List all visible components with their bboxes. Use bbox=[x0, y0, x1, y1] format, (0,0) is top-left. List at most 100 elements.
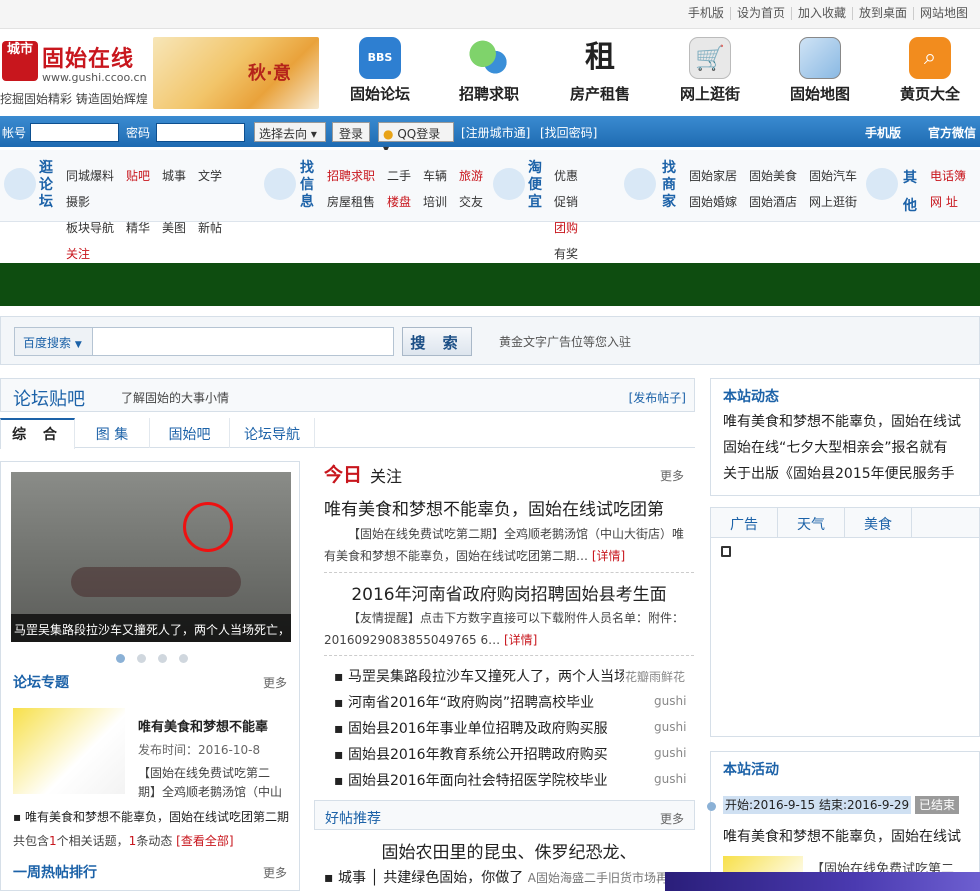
link-guangjie[interactable]: 网上逛街 bbox=[809, 189, 857, 215]
link-jiudian[interactable]: 固始酒店 bbox=[749, 189, 797, 215]
recommend-title[interactable]: 好帖推荐 bbox=[325, 808, 381, 828]
link-travel[interactable]: 旅游 bbox=[459, 163, 483, 189]
set-homepage-link[interactable]: 设为首页 bbox=[729, 7, 791, 20]
topic-title[interactable]: 唯有美食和梦想不能辜 bbox=[138, 716, 268, 735]
tab-weather[interactable]: 天气 bbox=[778, 508, 845, 537]
hot-posts-more-link[interactable]: 更多 bbox=[263, 864, 287, 881]
sitemap-link[interactable]: 网站地图 bbox=[912, 7, 974, 20]
autumn-banner[interactable]: 秋·意 bbox=[153, 37, 319, 109]
link-loupan[interactable]: 楼盘 bbox=[387, 189, 411, 215]
publish-post-link[interactable]: [发布帖子] bbox=[629, 389, 686, 406]
recommend-category[interactable]: 城事 bbox=[338, 870, 366, 886]
news-item[interactable]: ▪ 河南省2016年“政府购岗”招聘高校毕业 bbox=[334, 692, 624, 712]
floating-ad[interactable] bbox=[665, 872, 980, 891]
link-training[interactable]: 培训 bbox=[423, 189, 447, 215]
account-input[interactable] bbox=[30, 123, 119, 142]
link-websites[interactable]: 网 址 bbox=[930, 189, 958, 215]
carousel-dot[interactable] bbox=[179, 654, 188, 663]
carousel-dot[interactable] bbox=[116, 654, 125, 663]
tab-food[interactable]: 美食 bbox=[845, 508, 912, 537]
activity-title[interactable]: 本站活动 bbox=[711, 752, 979, 782]
password-input[interactable] bbox=[156, 123, 245, 142]
link-wenxue[interactable]: 文学 bbox=[198, 163, 222, 189]
link-xintie[interactable]: 新帖 bbox=[198, 215, 222, 241]
add-favorite-link[interactable]: 加入收藏 bbox=[790, 7, 852, 20]
link-youhui[interactable]: 优惠 bbox=[554, 163, 578, 189]
link-jiaju[interactable]: 固始家居 bbox=[689, 163, 737, 189]
news-source[interactable]: gushi bbox=[654, 694, 686, 708]
tab-ads[interactable]: 广告 bbox=[711, 508, 778, 537]
hot-posts-title[interactable]: 一周热帖排行 bbox=[13, 862, 97, 882]
photo-caption[interactable]: 马罡吴集路段拉沙车又撞死人了，两个人当场死亡， bbox=[11, 614, 291, 642]
recommend-link[interactable]: 共建绿色固始，你做了 bbox=[383, 870, 523, 886]
news-source[interactable]: gushi bbox=[654, 772, 686, 786]
nav-rent[interactable]: 租 房产租售 bbox=[555, 37, 645, 104]
topics-more-link[interactable]: 更多 bbox=[263, 674, 287, 691]
search-input[interactable] bbox=[95, 330, 389, 353]
recommend-more-link[interactable]: 更多 bbox=[660, 810, 684, 827]
site-news-title[interactable]: 本站动态 bbox=[711, 379, 979, 409]
link-dating[interactable]: 交友 bbox=[459, 189, 483, 215]
topic-summary[interactable]: ▪ 唯有美食和梦想不能辜负，固始在线试吃团第二期 bbox=[13, 808, 299, 825]
register-link[interactable]: [注册城市通] bbox=[461, 124, 530, 141]
mobile-version-link[interactable]: 手机版 bbox=[865, 124, 901, 141]
news-item[interactable]: ▪ 固始县2016年教育系统公开招聘政府购买 bbox=[334, 744, 624, 764]
link-bankuai[interactable]: 板块导航 bbox=[66, 215, 114, 241]
activity-link[interactable]: 唯有美食和梦想不能辜负，固始在线试 bbox=[711, 824, 979, 850]
nav-forum[interactable]: BBS 固始论坛 bbox=[335, 37, 425, 104]
link-tongcheng[interactable]: 同城爆料 bbox=[66, 163, 114, 189]
recommend-link[interactable]: A固始海盛二手旧货市场再 bbox=[528, 871, 668, 885]
topic-thumbnail[interactable] bbox=[13, 708, 125, 794]
link-chengshi[interactable]: 城事 bbox=[162, 163, 186, 189]
link-cars[interactable]: 车辆 bbox=[423, 163, 447, 189]
headline-1[interactable]: 唯有美食和梦想不能辜负，固始在线试吃团第 bbox=[324, 495, 694, 520]
carousel-dot[interactable] bbox=[158, 654, 167, 663]
site-news-item[interactable]: 唯有美食和梦想不能辜负，固始在线试 bbox=[711, 409, 979, 435]
link-tuangou[interactable]: 团购 bbox=[554, 215, 578, 241]
link-qiche[interactable]: 固始汽车 bbox=[809, 163, 857, 189]
link-cuxiao[interactable]: 促销 bbox=[554, 189, 578, 215]
carousel-dot[interactable] bbox=[137, 654, 146, 663]
mobile-link[interactable]: 手机版 bbox=[682, 7, 730, 20]
forgot-password-link[interactable]: [找回密码] bbox=[540, 124, 597, 141]
link-meishi[interactable]: 固始美食 bbox=[749, 163, 797, 189]
nav-shopping[interactable]: 🛒 网上逛街 bbox=[665, 37, 755, 104]
today-more-link[interactable]: 更多 bbox=[660, 467, 684, 484]
news-item[interactable]: ▪ 马罡吴集路段拉沙车又撞死人了，两个人当场 bbox=[334, 666, 624, 686]
link-secondhand[interactable]: 二手 bbox=[387, 163, 411, 189]
tab-gallery[interactable]: 图 集 bbox=[75, 418, 150, 448]
recommend-headline[interactable]: 固始农田里的昆虫、侏罗纪恐龙、 bbox=[324, 838, 694, 863]
link-hunjia[interactable]: 固始婚嫁 bbox=[689, 189, 737, 215]
headline-2-detail-link[interactable]: [详情] bbox=[504, 633, 537, 647]
ad-text-tip[interactable]: 黄金文字广告位等您入驻 bbox=[499, 333, 631, 350]
banner-ad[interactable] bbox=[0, 263, 980, 306]
headline-1-detail-link[interactable]: [详情] bbox=[592, 549, 625, 563]
goto-select[interactable]: 选择去向 ▾ bbox=[254, 122, 326, 142]
link-sheying[interactable]: 摄影 bbox=[66, 189, 90, 215]
featured-photo[interactable]: 马罡吴集路段拉沙车又撞死人了，两个人当场死亡， bbox=[11, 472, 291, 642]
logo-icon[interactable]: 城市 bbox=[2, 41, 38, 81]
news-source[interactable]: gushi bbox=[654, 720, 686, 734]
link-jobs[interactable]: 招聘求职 bbox=[327, 163, 375, 189]
nav-map[interactable]: 固始地图 bbox=[775, 37, 865, 104]
search-type-select[interactable]: 百度搜索 ▼ bbox=[15, 328, 93, 355]
link-jinghua[interactable]: 精华 bbox=[126, 215, 150, 241]
nav-yellowpages[interactable]: ⌕ 黄页大全 bbox=[885, 37, 975, 104]
site-news-item[interactable]: 关于出版《固始县2015年便民服务手 bbox=[711, 461, 979, 487]
wechat-link[interactable]: 官方微信 bbox=[928, 124, 976, 141]
logo-name[interactable]: 固始在线 bbox=[42, 41, 134, 73]
topics-title[interactable]: 论坛专题 bbox=[13, 672, 69, 692]
news-item[interactable]: ▪ 固始县2016年事业单位招聘及政府购买服 bbox=[334, 718, 624, 738]
forum-title[interactable]: 论坛贴吧 bbox=[13, 385, 85, 411]
nav-jobs[interactable]: 招聘求职 bbox=[444, 37, 534, 104]
link-phonebook[interactable]: 电话簿 bbox=[930, 163, 966, 189]
qq-login-button[interactable]: ● QQ登录 ▾ bbox=[378, 122, 454, 156]
view-all-link[interactable]: [查看全部] bbox=[176, 834, 233, 848]
recommend-row[interactable]: ▪ 城事 │ 共建绿色固始，你做了 A固始海盛二手旧货市场再 bbox=[324, 867, 694, 887]
tab-forum-nav[interactable]: 论坛导航 bbox=[230, 418, 315, 448]
link-housing[interactable]: 房屋租售 bbox=[327, 189, 375, 215]
login-button[interactable]: 登录 bbox=[332, 122, 370, 142]
site-news-item[interactable]: 固始在线“七夕大型相亲会”报名就有 bbox=[711, 435, 979, 461]
desktop-link[interactable]: 放到桌面 bbox=[851, 7, 913, 20]
tab-comprehensive[interactable]: 综 合 bbox=[0, 418, 75, 449]
